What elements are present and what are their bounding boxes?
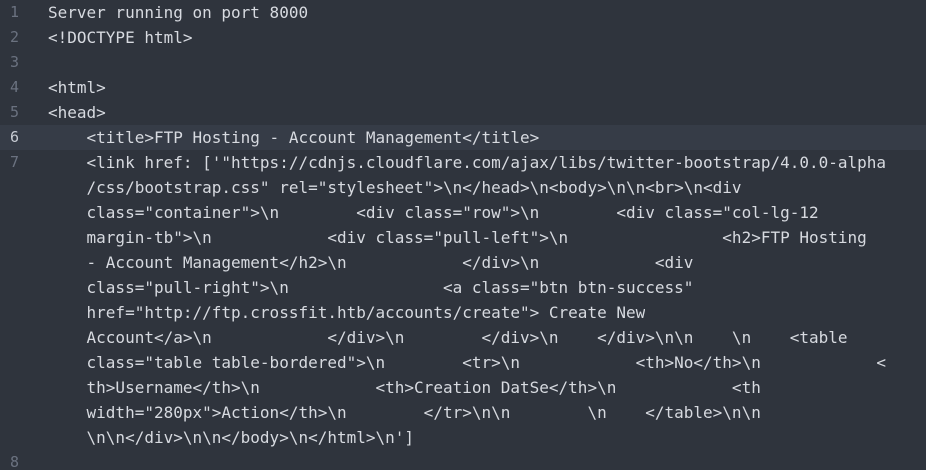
gutter: 4 (0, 75, 44, 100)
code-text: margin-tb">\n <div class="pull-left">\n … (48, 228, 867, 247)
gutter: 2 (0, 25, 44, 50)
gutter (0, 425, 44, 450)
code-line-wrapped[interactable]: href="http://ftp.crossfit.htb/accounts/c… (0, 300, 926, 325)
gutter: 8 (0, 450, 44, 470)
gutter (0, 275, 44, 300)
code-line-wrapped[interactable]: - Account Management</h2>\n </div>\n <di… (0, 250, 926, 275)
code-line[interactable]: 7 <link href: ['"https://cdnjs.cloudflar… (0, 150, 926, 175)
code-text: <title>FTP Hosting - Account Management<… (48, 128, 540, 147)
code-line-wrapped[interactable]: /css/bootstrap.css" rel="stylesheet">\n<… (0, 175, 926, 200)
code-line-wrapped[interactable]: margin-tb">\n <div class="pull-left">\n … (0, 225, 926, 250)
code-text: /css/bootstrap.css" rel="stylesheet">\n<… (48, 178, 742, 197)
code-text: - Account Management</h2>\n </div>\n <di… (48, 253, 694, 272)
code-line-wrapped[interactable]: Account</a>\n </div>\n </div>\n </div>\n… (0, 325, 926, 350)
code-line-wrapped[interactable]: class="table table-bordered">\n <tr>\n <… (0, 350, 926, 375)
line-number: 5 (10, 103, 20, 121)
gutter (0, 250, 44, 275)
line-number: 8 (10, 453, 20, 470)
code-text: <html> (48, 78, 106, 97)
code-text: <link href: ['"https://cdnjs.cloudflare.… (48, 153, 887, 172)
code-text: class="table table-bordered">\n <tr>\n <… (48, 353, 887, 372)
line-number: 6 (10, 128, 20, 146)
code-editor[interactable]: 1 Server running on port 8000 2 <!DOCTYP… (0, 0, 926, 470)
gutter: 5 (0, 100, 44, 125)
code-text: width="280px">Action</th>\n </tr>\n\n \n… (48, 403, 761, 422)
code-line-wrapped[interactable]: th>Username</th>\n <th>Creation DatSe</t… (0, 375, 926, 400)
code-text: \n\n</div>\n\n</body>\n</html>\n'] (48, 428, 415, 447)
line-number: 2 (10, 28, 20, 46)
gutter (0, 375, 44, 400)
gutter (0, 225, 44, 250)
code-text: <head> (48, 103, 106, 122)
gutter (0, 175, 44, 200)
code-line-wrapped[interactable]: width="280px">Action</th>\n </tr>\n\n \n… (0, 400, 926, 425)
code-text: <!DOCTYPE html> (48, 28, 193, 47)
code-line-wrapped[interactable]: \n\n</div>\n\n</body>\n</html>\n'] (0, 425, 926, 450)
gutter (0, 200, 44, 225)
gutter (0, 300, 44, 325)
gutter (0, 400, 44, 425)
gutter: 1 (0, 0, 44, 25)
code-line-active[interactable]: 6 <title>FTP Hosting - Account Managemen… (0, 125, 926, 150)
code-line-wrapped[interactable]: class="pull-right">\n <a class="btn btn-… (0, 275, 926, 300)
code-text: Server running on port 8000 (48, 3, 309, 22)
code-text: class="pull-right">\n <a class="btn btn-… (48, 278, 694, 297)
line-number: 7 (10, 153, 20, 171)
code-line[interactable]: 3 (0, 50, 926, 75)
gutter: 3 (0, 50, 44, 75)
code-line[interactable]: 5 <head> (0, 100, 926, 125)
gutter: 6 (0, 125, 44, 150)
line-number: 1 (10, 3, 20, 21)
code-text: Account</a>\n </div>\n </div>\n </div>\n… (48, 328, 848, 347)
code-line-wrapped[interactable]: class="container">\n <div class="row">\n… (0, 200, 926, 225)
code-line[interactable]: 8 (0, 450, 926, 470)
code-line[interactable]: 1 Server running on port 8000 (0, 0, 926, 25)
code-text: class="container">\n <div class="row">\n… (48, 203, 819, 222)
code-line[interactable]: 2 <!DOCTYPE html> (0, 25, 926, 50)
gutter (0, 350, 44, 375)
code-line[interactable]: 4 <html> (0, 75, 926, 100)
gutter: 7 (0, 150, 44, 175)
code-text: href="http://ftp.crossfit.htb/accounts/c… (48, 303, 646, 322)
line-number: 3 (10, 53, 20, 71)
code-text: th>Username</th>\n <th>Creation DatSe</t… (48, 378, 761, 397)
gutter (0, 325, 44, 350)
line-number: 4 (10, 78, 20, 96)
